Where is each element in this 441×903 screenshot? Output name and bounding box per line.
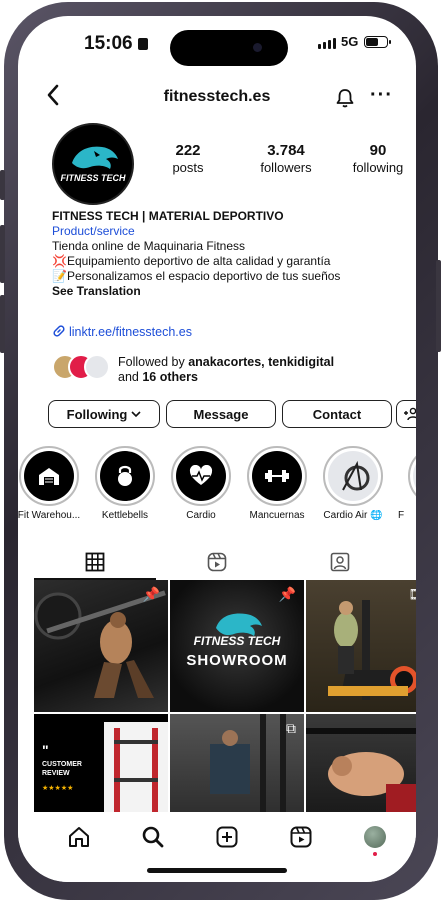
following-button[interactable]: Following (48, 400, 160, 428)
bell-icon[interactable] (336, 88, 354, 108)
search-icon[interactable] (140, 824, 166, 850)
warehouse-icon (24, 451, 74, 501)
follower-avatar (84, 354, 110, 380)
sim-icon (137, 38, 148, 50)
bio-line: 📝Personalizamos el espacio deportivo de … (52, 269, 341, 283)
profile-avatar[interactable]: FITNESS TECH (52, 123, 134, 205)
add-person-icon (404, 407, 416, 421)
highlight-fit-warehouse[interactable]: Fit Warehou... (18, 446, 84, 521)
reels-icon (207, 552, 227, 572)
signal-icon (318, 38, 336, 49)
notification-dot (373, 852, 377, 856)
air-bike-photo (328, 451, 378, 501)
profile-name: FITNESS TECH | MATERIAL DEPORTIVO (52, 209, 284, 223)
link-icon (52, 324, 66, 341)
carousel-icon: ⧉ (286, 720, 296, 736)
profile-bio: FITNESS TECH | MATERIAL DEPORTIVO Produc… (52, 209, 402, 299)
pin-icon: 📌 (278, 586, 296, 602)
reel-icon: 🎞 (408, 586, 416, 603)
contact-button[interactable]: Contact (282, 400, 392, 428)
kettlebell-icon (100, 451, 150, 501)
stat-followers[interactable]: 3.784 followers (246, 142, 326, 175)
profile-actions: Following Message Contact (48, 400, 416, 428)
profile-header: fitnesstech.es ··· (18, 84, 416, 114)
highlight-partial[interactable]: F (394, 446, 416, 521)
profile-category[interactable]: Product/service (52, 224, 402, 239)
profile-handle: fitnesstech.es (163, 88, 271, 105)
profile-link[interactable]: linktr.ee/fitnesstech.es (52, 324, 192, 341)
home-indicator[interactable] (147, 868, 287, 873)
screen: 15:06 5G fitnesstech.es ··· FITNESS TECH… (18, 16, 416, 882)
chevron-down-icon (131, 410, 141, 418)
highlight-mancuernas[interactable]: Mancuernas (242, 446, 312, 521)
tagged-person-icon (330, 552, 350, 572)
status-time: 15:06 (84, 33, 148, 55)
create-post-icon[interactable] (214, 824, 240, 850)
see-translation-link[interactable]: See Translation (52, 284, 402, 299)
stat-following[interactable]: 90 following (342, 142, 414, 175)
power-button (436, 260, 441, 352)
more-options-icon[interactable]: ··· (370, 84, 393, 107)
stat-posts[interactable]: 222 posts (158, 142, 218, 175)
post-grid: 📌 FITNESS TECH SHOWROOM 📌 🎞 (34, 580, 416, 814)
highlight-cardio[interactable]: Cardio (166, 446, 236, 521)
highlight-cardio-air[interactable]: Cardio Air 🌐 (318, 446, 388, 521)
showroom-title: SHOWROOM (186, 652, 288, 669)
volume-up-button (0, 225, 5, 283)
post-thumbnail[interactable] (306, 714, 416, 814)
volume-down-button (0, 295, 5, 353)
reels-nav-icon[interactable] (288, 824, 314, 850)
panther-logo-icon (72, 146, 118, 169)
showroom-brand: FITNESS TECH (193, 634, 281, 648)
mute-switch (0, 170, 5, 200)
customer-review-title: CUSTOMER REVIEW (42, 761, 82, 777)
tab-reels[interactable] (205, 550, 229, 574)
pin-icon: 📌 (142, 586, 160, 602)
post-thumbnail[interactable]: 📌 (34, 580, 168, 712)
highlight-kettlebells[interactable]: Kettlebells (90, 446, 160, 521)
grid-icon (85, 552, 105, 572)
camera-icon (253, 43, 262, 52)
tab-grid[interactable] (83, 550, 107, 574)
profile-nav-avatar[interactable] (362, 824, 388, 856)
home-icon[interactable] (66, 824, 92, 850)
bio-line: Tienda online de Maquinaria Fitness (52, 239, 246, 253)
message-button[interactable]: Message (166, 400, 276, 428)
post-thumbnail[interactable]: FITNESS TECH SHOWROOM 📌 (170, 580, 304, 712)
post-thumbnail[interactable]: 🎞 (306, 580, 416, 712)
bio-line: 💢Equipamiento deportivo de alta calidad … (52, 254, 331, 268)
post-thumbnail[interactable]: " CUSTOMER REVIEW ★★★★★ (34, 714, 168, 814)
dumbbell-icon (252, 451, 302, 501)
status-bar: 15:06 5G (18, 16, 416, 72)
tab-tagged[interactable] (328, 550, 352, 574)
add-user-button[interactable] (396, 400, 416, 428)
avatar-brand-text: FITNESS TECH (60, 173, 126, 183)
profile-tabs (18, 546, 416, 580)
dynamic-island (170, 30, 288, 66)
battery-icon (364, 36, 391, 48)
rating-stars: ★★★★★ (42, 785, 74, 792)
post-thumbnail[interactable]: ⧉ (170, 714, 304, 814)
network-label: 5G (341, 34, 359, 49)
heart-icon (176, 451, 226, 501)
